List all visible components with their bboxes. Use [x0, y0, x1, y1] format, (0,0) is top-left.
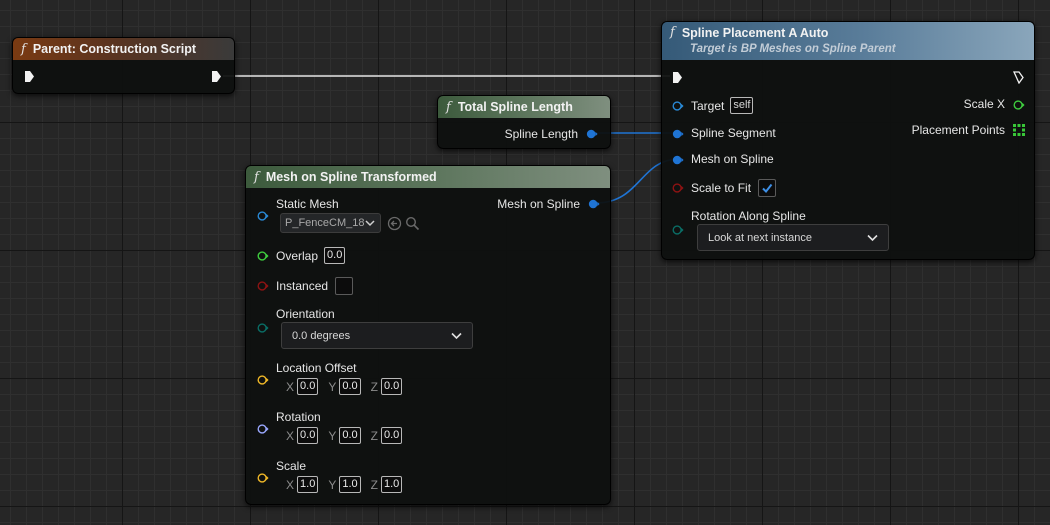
overlap-label: Overlap [276, 248, 319, 263]
exec-in-icon[interactable] [24, 70, 35, 83]
rotation-z-input[interactable]: 0.0 [380, 427, 403, 444]
scale-z-input[interactable]: 1.0 [380, 476, 403, 493]
overlap-input[interactable]: 0.0 [324, 247, 346, 264]
target-label: Target [691, 98, 725, 113]
chevron-down-icon [867, 234, 878, 241]
node-header[interactable]: f Total Spline Length [438, 96, 610, 118]
orientation-value: 0.0 degrees [292, 329, 351, 342]
rotation-along-spline-pin-icon[interactable] [672, 224, 684, 236]
rotation-label: Rotation [276, 410, 321, 424]
exec-out-icon[interactable] [211, 70, 222, 83]
location-offset-z-input[interactable]: 0.0 [380, 378, 403, 395]
scale-vector: X 1.0 Y 1.0 Z 1.0 [286, 476, 412, 493]
scale-y-input[interactable]: 1.0 [339, 476, 361, 493]
scale-pin-icon[interactable] [257, 472, 269, 484]
node-subtitle: Target is BP Meshes on Spline Parent [690, 43, 896, 55]
placement-points-label: Placement Points [911, 123, 1005, 137]
rotation-along-spline-label: Rotation Along Spline [691, 209, 806, 223]
node-parent-construction-script[interactable]: f Parent: Construction Script [12, 37, 235, 94]
node-spline-placement-a-auto[interactable]: f Spline Placement A Auto Target is BP M… [661, 21, 1035, 260]
orientation-dropdown[interactable]: 0.0 degrees [281, 322, 473, 349]
mesh-on-spline-output-label: Mesh on Spline [497, 197, 580, 211]
scale-x-input[interactable]: 1.0 [297, 476, 319, 493]
location-offset-pin-icon[interactable] [257, 374, 269, 386]
scale-to-fit-pin-icon[interactable] [672, 182, 684, 194]
node-mesh-on-spline-transformed[interactable]: f Mesh on Spline Transformed Mesh on Spl… [245, 165, 611, 505]
rotation-x-input[interactable]: 0.0 [297, 427, 319, 444]
rotation-y-input[interactable]: 0.0 [339, 427, 361, 444]
orientation-label: Orientation [276, 307, 335, 321]
chevron-down-icon [365, 220, 375, 227]
rotation-along-spline-value: Look at next instance [708, 231, 812, 244]
scale-label: Scale [276, 459, 307, 473]
spline-segment-pin-icon[interactable] [672, 128, 684, 140]
location-offset-vector: X 0.0 Y 0.0 Z 0.0 [286, 378, 412, 395]
node-title: Mesh on Spline Transformed [265, 170, 437, 184]
array-grid-icon[interactable] [1013, 124, 1025, 136]
exec-out-icon[interactable] [1013, 71, 1024, 84]
overlap-row: Overlap 0.0 [276, 247, 346, 264]
static-mesh-value: P_FenceCM_18 [285, 217, 365, 229]
chevron-down-icon [451, 332, 462, 339]
use-selected-arrow-icon[interactable] [387, 216, 402, 231]
scale-to-fit-checkbox[interactable] [758, 179, 777, 197]
static-mesh-pin-icon[interactable] [257, 210, 269, 222]
axis-y-label: Y [328, 379, 337, 394]
browse-search-icon[interactable] [405, 216, 420, 231]
node-title: Parent: Construction Script [32, 42, 197, 56]
location-offset-x-input[interactable]: 0.0 [297, 378, 319, 395]
instanced-pin-icon[interactable] [257, 280, 269, 292]
node-title: Total Spline Length [457, 100, 573, 114]
overlap-pin-icon[interactable] [257, 250, 269, 262]
static-mesh-label: Static Mesh [276, 197, 339, 211]
node-header[interactable]: f Parent: Construction Script [13, 38, 234, 60]
axis-x-label: X [286, 428, 295, 443]
function-icon: f [446, 99, 451, 115]
node-header[interactable]: f Spline Placement A Auto Target is BP M… [662, 22, 1034, 60]
target-value[interactable]: self [730, 97, 754, 114]
instanced-checkbox[interactable] [335, 277, 354, 295]
node-title: Spline Placement A Auto [681, 25, 829, 40]
rotation-along-spline-dropdown[interactable]: Look at next instance [697, 224, 889, 251]
mesh-on-spline-pin-icon[interactable] [672, 154, 684, 166]
axis-z-label: Z [370, 477, 378, 492]
node-header[interactable]: f Mesh on Spline Transformed [246, 166, 610, 188]
checkmark-icon [762, 183, 773, 194]
exec-in-icon[interactable] [672, 71, 683, 84]
axis-x-label: X [286, 379, 295, 394]
axis-x-label: X [286, 477, 295, 492]
axis-z-label: Z [370, 428, 378, 443]
spline-length-label: Spline Length [504, 127, 578, 141]
mesh-on-spline-output-pin-icon[interactable] [588, 198, 600, 210]
static-mesh-asset-dropdown[interactable]: P_FenceCM_18 [280, 213, 381, 233]
orientation-pin-icon[interactable] [257, 322, 269, 334]
spline-segment-label: Spline Segment [691, 126, 776, 140]
target-pin-icon[interactable] [672, 100, 684, 112]
scale-x-pin-icon[interactable] [1013, 99, 1025, 111]
rotation-pin-icon[interactable] [257, 423, 269, 435]
node-total-spline-length[interactable]: f Total Spline Length Spline Length [437, 95, 611, 149]
scale-to-fit-label: Scale to Fit [691, 181, 752, 195]
function-icon: f [21, 41, 26, 57]
axis-z-label: Z [370, 379, 378, 394]
instanced-row: Instanced [276, 277, 354, 295]
rotation-vector: X 0.0 Y 0.0 Z 0.0 [286, 427, 412, 444]
function-icon: f [254, 169, 259, 185]
spline-length-pin-icon[interactable] [586, 128, 598, 140]
instanced-label: Instanced [276, 279, 329, 293]
function-icon: f [670, 25, 675, 40]
scale-x-label: Scale X [963, 97, 1005, 111]
target-row: Target self [691, 97, 754, 114]
axis-y-label: Y [328, 428, 337, 443]
scale-to-fit-row: Scale to Fit [691, 179, 777, 197]
mesh-on-spline-label: Mesh on Spline [691, 152, 774, 166]
axis-y-label: Y [328, 477, 337, 492]
location-offset-label: Location Offset [276, 361, 357, 375]
location-offset-y-input[interactable]: 0.0 [339, 378, 361, 395]
